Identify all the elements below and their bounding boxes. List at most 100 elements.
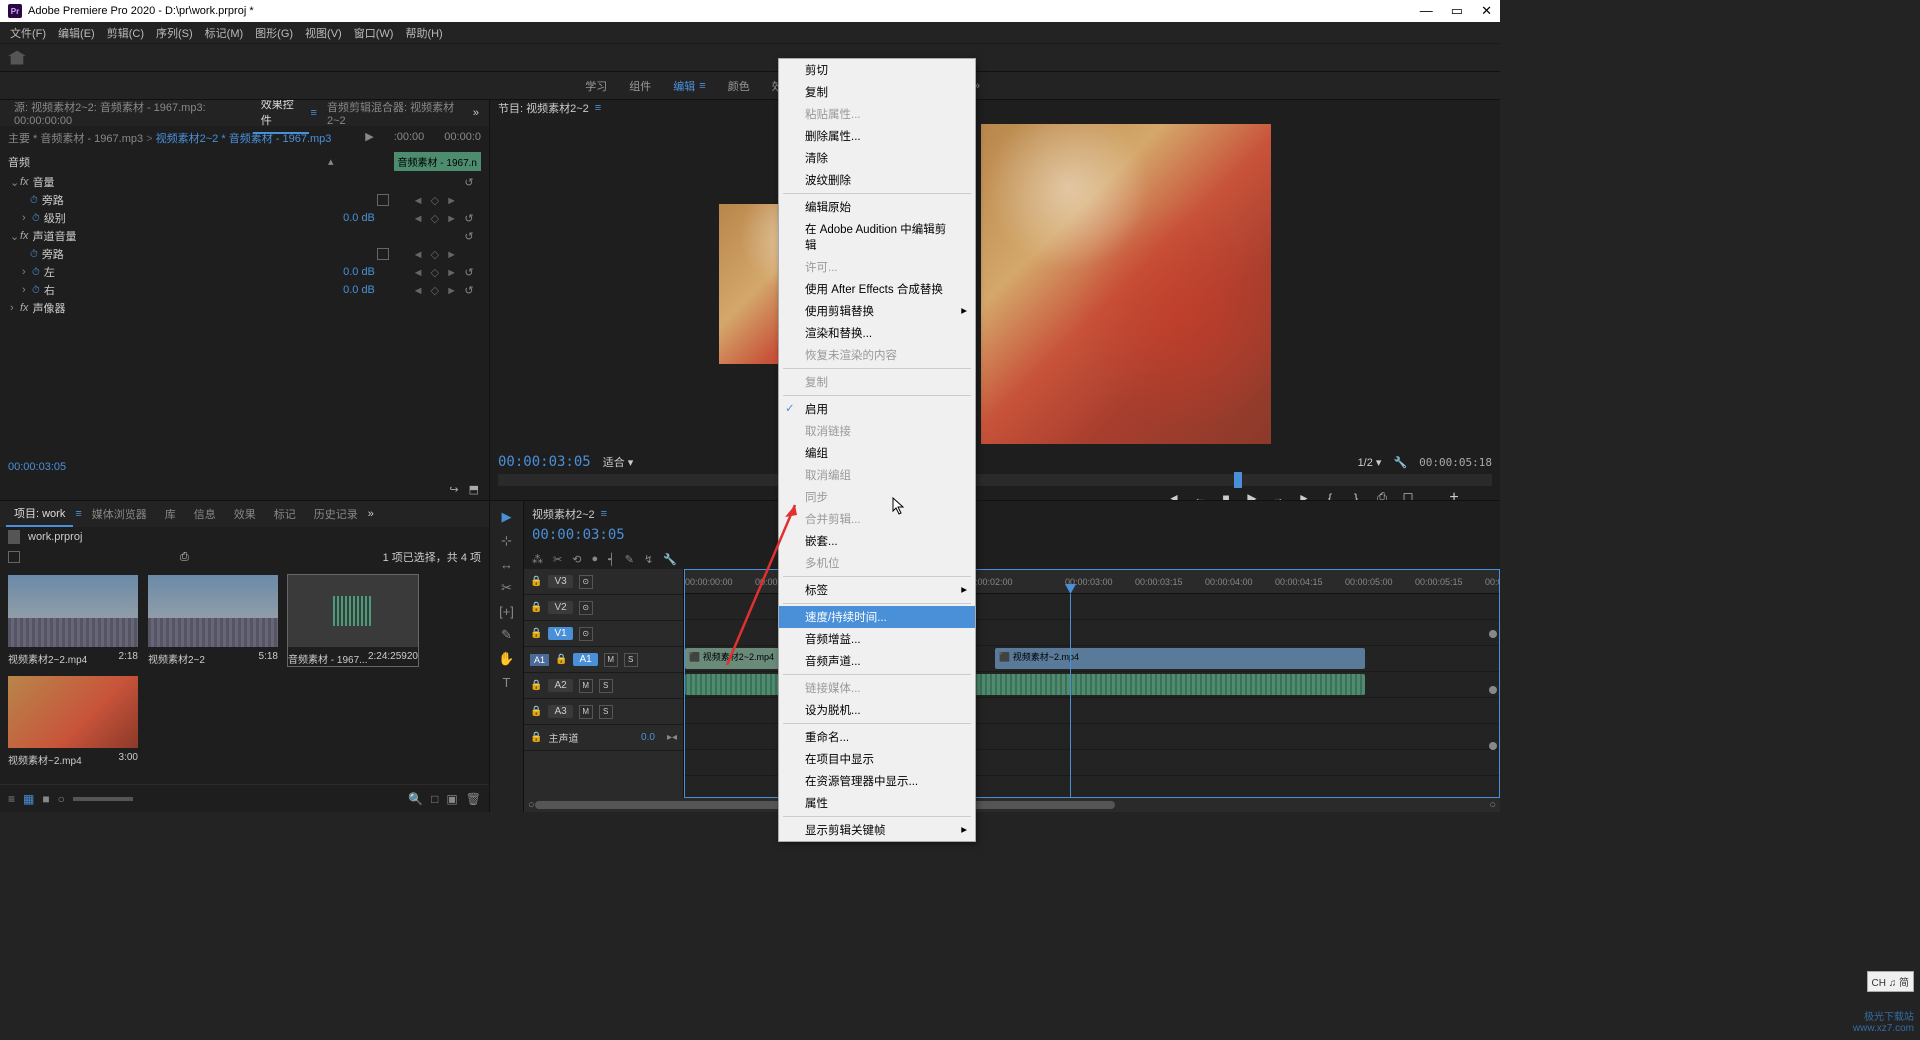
solo-toggle[interactable]: S: [624, 653, 638, 667]
right-value[interactable]: 0.0 dB: [329, 284, 389, 296]
track-v3[interactable]: V3: [548, 575, 572, 588]
lock-icon[interactable]: 🔒: [530, 628, 542, 639]
project-more[interactable]: »: [368, 508, 374, 520]
stopwatch-icon[interactable]: ⏱: [32, 213, 40, 224]
lock-icon[interactable]: 🔒: [530, 576, 542, 587]
thumbnail[interactable]: [288, 575, 418, 647]
effect-volume[interactable]: 音量: [33, 174, 459, 190]
menu-sequence[interactable]: 序列(S): [150, 25, 199, 41]
type-tool-icon[interactable]: T: [503, 675, 511, 690]
solo-toggle[interactable]: S: [599, 679, 613, 693]
zoom-slider-icon[interactable]: ○: [58, 792, 65, 806]
program-scrubber[interactable]: [498, 474, 1492, 485]
menu-help[interactable]: 帮助(H): [399, 25, 448, 41]
program-menu-icon[interactable]: ≡: [595, 102, 601, 114]
maximize-button[interactable]: ▭: [1451, 3, 1463, 19]
snapshot-icon[interactable]: ⎙: [180, 551, 189, 564]
icon-view-icon[interactable]: ▦: [23, 792, 34, 806]
level-value[interactable]: 0.0 dB: [329, 212, 389, 224]
stopwatch-icon[interactable]: ⏱: [30, 195, 38, 206]
opt-icon[interactable]: ┥: [608, 553, 615, 566]
ctx-item[interactable]: 在 Adobe Audition 中编辑剪辑: [779, 218, 975, 256]
expand-icon[interactable]: ⌄: [10, 176, 20, 189]
reset-icon[interactable]: ↺: [459, 266, 479, 279]
track-a3[interactable]: A3: [548, 705, 572, 718]
expand-icon[interactable]: ›: [22, 212, 32, 224]
source-timecode[interactable]: 00:00:03:05: [0, 455, 489, 479]
panel-more-button[interactable]: »: [469, 107, 483, 119]
tab-history[interactable]: 历史记录: [306, 502, 366, 526]
mute-toggle[interactable]: M: [579, 679, 593, 693]
thumbnail[interactable]: [8, 676, 138, 748]
bin-item[interactable]: H 视频素材2~2.mp42:18: [8, 575, 138, 666]
ctx-item[interactable]: 清除: [779, 147, 975, 169]
ctx-item[interactable]: 渲染和替换...: [779, 322, 975, 344]
resolution-dropdown[interactable]: 1/2 ▾: [1358, 456, 1382, 469]
workspace-assembly[interactable]: 组件: [629, 78, 651, 94]
ctx-item[interactable]: 删除属性...: [779, 125, 975, 147]
ctx-item[interactable]: 重命名...: [779, 726, 975, 748]
section-collapse-icon[interactable]: ▴: [328, 155, 334, 168]
mute-toggle[interactable]: M: [604, 653, 618, 667]
bin-item[interactable]: H 视频素材2~25:18: [148, 575, 278, 666]
ctx-item[interactable]: 剪切: [779, 59, 975, 81]
track-select-tool-icon[interactable]: ⊹: [501, 533, 512, 549]
ctx-item[interactable]: 使用剪辑替换▸: [779, 300, 975, 322]
breadcrumb-master[interactable]: 主要 * 音频素材 - 1967.mp3: [8, 133, 143, 145]
scroll-handle-left[interactable]: ○: [528, 799, 535, 811]
minimize-button[interactable]: —: [1420, 3, 1433, 19]
stopwatch-icon[interactable]: ⏱: [32, 267, 40, 278]
ctx-item[interactable]: 复制: [779, 81, 975, 103]
opt-icon[interactable]: ↯: [644, 553, 653, 566]
thumbnail[interactable]: H: [148, 575, 278, 647]
eye-toggle[interactable]: ⊙: [579, 601, 593, 615]
master-value[interactable]: 0.0: [641, 732, 655, 743]
insert-icon[interactable]: ↪: [449, 483, 458, 496]
ctx-item[interactable]: 启用✓: [779, 398, 975, 420]
ctx-item[interactable]: 音频声道...: [779, 650, 975, 672]
ctx-item[interactable]: 显示剪辑关键帧▸: [779, 819, 975, 841]
ripple-tool-icon[interactable]: ↔: [500, 557, 513, 572]
zoom-slider[interactable]: [73, 797, 133, 801]
track-a1[interactable]: A1: [573, 653, 597, 666]
home-icon[interactable]: [8, 51, 26, 65]
ctx-item[interactable]: 设为脱机...: [779, 699, 975, 721]
solo-toggle[interactable]: S: [599, 705, 613, 719]
ctx-item[interactable]: 音频增益...: [779, 628, 975, 650]
reset-icon[interactable]: ↺: [459, 212, 479, 225]
master-track[interactable]: 主声道: [548, 730, 578, 745]
overwrite-icon[interactable]: ⬒: [469, 483, 479, 496]
keyframe-nav[interactable]: ◄ ◇ ►: [389, 284, 459, 297]
ctx-item[interactable]: 波纹删除: [779, 169, 975, 191]
thumbnail[interactable]: H: [8, 575, 138, 647]
ctx-item[interactable]: 使用 After Effects 合成替换: [779, 278, 975, 300]
timeline-hscroll[interactable]: ○○: [524, 798, 1500, 812]
workspace-editing[interactable]: 编辑: [673, 78, 695, 94]
eye-toggle[interactable]: ⊙: [579, 627, 593, 641]
expand-icon[interactable]: ⌄: [10, 230, 20, 243]
keyframe-nav[interactable]: ◄ ◇ ►: [389, 248, 459, 261]
settings-icon[interactable]: 🔧: [663, 553, 677, 566]
selection-tool-icon[interactable]: ▶: [502, 509, 512, 525]
track-v1[interactable]: V1: [548, 627, 572, 640]
tab-effects[interactable]: 效果: [226, 502, 264, 526]
pen-tool-icon[interactable]: ✎: [501, 627, 512, 643]
filter-bin-icon[interactable]: [8, 551, 20, 563]
fit-dropdown[interactable]: 适合 ▾: [603, 454, 634, 470]
track-marker[interactable]: [1489, 630, 1497, 638]
eye-toggle[interactable]: ⊙: [579, 575, 593, 589]
bypass-checkbox[interactable]: [377, 194, 389, 206]
keyframe-nav[interactable]: ◄ ◇ ►: [389, 266, 459, 279]
tab-libraries[interactable]: 库: [157, 502, 184, 526]
video-clip[interactable]: ⬛ 视频素材~2.mp4: [995, 648, 1365, 669]
ctx-item[interactable]: 属性: [779, 792, 975, 814]
effect-channel-volume[interactable]: 声道音量: [33, 228, 459, 244]
workspace-learn[interactable]: 学习: [585, 78, 607, 94]
marker-icon[interactable]: ⟲: [572, 553, 581, 566]
left-value[interactable]: 0.0 dB: [329, 266, 389, 278]
freeform-view-icon[interactable]: ■: [42, 792, 49, 806]
track-marker[interactable]: [1489, 742, 1497, 750]
source-patch[interactable]: A1: [530, 654, 549, 666]
opt-icon[interactable]: ✎: [625, 553, 634, 566]
close-button[interactable]: ✕: [1481, 3, 1492, 19]
